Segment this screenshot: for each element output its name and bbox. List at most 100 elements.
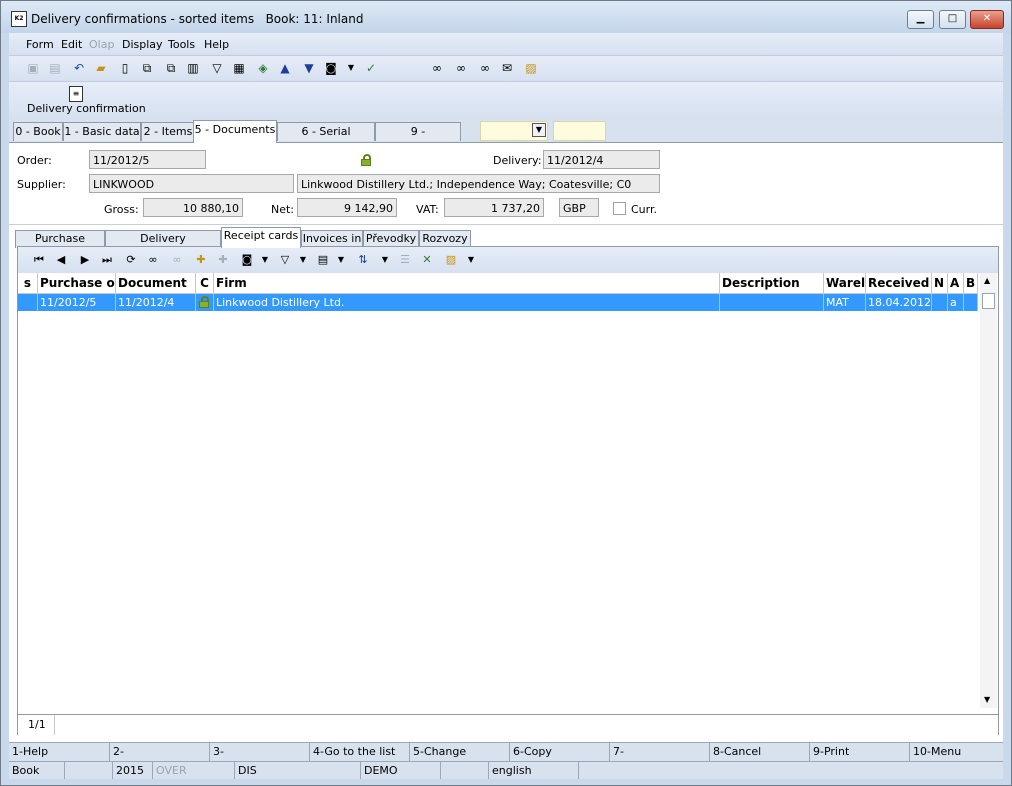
scroll-down-icon[interactable]: ▼	[984, 695, 990, 704]
copy-document-icon[interactable]: ⧉	[139, 60, 155, 76]
cell-purchase-order[interactable]: 11/2012/5	[38, 294, 116, 311]
column-header-a[interactable]: A	[948, 273, 964, 293]
binoculars-next-icon[interactable]: ∞	[477, 60, 493, 76]
order-field[interactable]: 11/2012/5	[89, 150, 206, 169]
camera-icon[interactable]: ◙	[323, 60, 339, 76]
table-row[interactable]: 11/2012/5 11/2012/4 Linkwood Distillery …	[18, 294, 978, 311]
last-record-icon[interactable]: ⏭	[100, 252, 114, 268]
menu-tools[interactable]: Tools	[168, 38, 195, 51]
delivery-field[interactable]: 11/2012/4	[543, 150, 660, 169]
vertical-scrollbar[interactable]: ▲ ▼	[980, 273, 997, 708]
tab-book[interactable]: 0 - Book	[13, 122, 63, 141]
chevron-down-icon[interactable]: ▼	[296, 252, 310, 268]
minimize-button[interactable]: ▁	[907, 10, 934, 29]
column-header-warehouse[interactable]: Warel	[824, 273, 866, 293]
menu-help[interactable]: Help	[204, 38, 229, 51]
column-header-s[interactable]: s	[18, 273, 38, 293]
chevron-down-icon[interactable]: ▼	[532, 123, 546, 137]
money-icon[interactable]: ◈	[255, 60, 271, 76]
cell-n[interactable]	[932, 294, 948, 311]
column-header-purchase-order[interactable]: Purchase or	[38, 273, 116, 293]
fkey-4[interactable]: 4-Go to the list	[309, 743, 409, 761]
chevron-down-icon[interactable]: ▼	[334, 252, 348, 268]
book-icon[interactable]: ▥	[185, 60, 201, 76]
sort-az-icon[interactable]: ⇅	[356, 252, 370, 268]
fkey-10[interactable]: 10-Menu	[909, 743, 1003, 761]
net-field[interactable]: 9 142,90	[297, 198, 397, 217]
open-folder-icon[interactable]: ▰	[93, 60, 109, 76]
cell-description[interactable]	[720, 294, 824, 311]
arrow-down-icon[interactable]: ▼	[301, 60, 317, 76]
currency-checkbox[interactable]	[613, 202, 626, 215]
excel-export-icon[interactable]: ✕	[420, 252, 434, 268]
chevron-down-icon[interactable]: ▼	[464, 252, 478, 268]
cell-a[interactable]: a	[948, 294, 964, 311]
fkey-7[interactable]: 7-	[609, 743, 709, 761]
mail-icon[interactable]: ✉	[499, 60, 515, 76]
chevron-down-icon[interactable]: ▼	[378, 252, 392, 268]
cell-b[interactable]	[964, 294, 978, 311]
arrow-up-icon[interactable]: ▲	[277, 60, 293, 76]
column-header-n[interactable]: N	[932, 273, 948, 293]
next-record-icon[interactable]: ▶	[78, 252, 92, 268]
column-header-description[interactable]: Description	[720, 273, 824, 293]
tab-documents[interactable]: 5 - Documents	[193, 120, 277, 143]
binoculars-icon[interactable]: ∞	[429, 60, 445, 76]
fkey-5[interactable]: 5-Change	[409, 743, 509, 761]
delivery-confirmation-action[interactable]: Delivery confirmation	[27, 102, 146, 115]
fkey-6[interactable]: 6-Copy	[509, 743, 609, 761]
notes-icon[interactable]: ▨	[444, 252, 458, 268]
maximize-button[interactable]: □	[939, 10, 966, 29]
supplier-name-field[interactable]: Linkwood Distillery Ltd.; Independence W…	[297, 174, 660, 193]
menu-edit[interactable]: Edit	[61, 38, 82, 51]
document-icon[interactable]: ≡	[69, 86, 83, 102]
fkey-8[interactable]: 8-Cancel	[709, 743, 809, 761]
first-record-icon[interactable]: ⏮	[32, 252, 46, 268]
cell-c[interactable]	[196, 294, 214, 311]
quick-value-field[interactable]	[553, 121, 606, 141]
column-header-b[interactable]: B	[964, 273, 978, 293]
scroll-thumb[interactable]	[982, 293, 995, 309]
tab-items[interactable]: 2 - Items	[141, 122, 195, 141]
undo-icon[interactable]: ↶	[71, 60, 87, 76]
gross-field[interactable]: 10 880,10	[143, 198, 243, 217]
new-document-icon[interactable]: ▯	[117, 60, 133, 76]
fkey-3[interactable]: 3-Refresh/Restore	[209, 743, 309, 776]
column-header-c[interactable]: C	[196, 273, 214, 293]
report-icon[interactable]: ▦	[231, 60, 247, 76]
filter-icon[interactable]: ▽	[209, 60, 225, 76]
tab-basic-data[interactable]: 1 - Basic data	[63, 122, 141, 141]
column-header-received[interactable]: Received	[866, 273, 932, 293]
binoculars-prev-icon[interactable]: ∞	[453, 60, 469, 76]
column-header-document[interactable]: Document	[116, 273, 196, 293]
cell-firm[interactable]: Linkwood Distillery Ltd.	[214, 294, 720, 311]
column-header-firm[interactable]: Firm	[214, 273, 720, 293]
chevron-down-icon[interactable]: ▼	[343, 60, 359, 76]
fkey-9[interactable]: 9-Print	[809, 743, 909, 761]
columns-icon[interactable]: ▤	[316, 252, 330, 268]
previous-record-icon[interactable]: ◀	[54, 252, 68, 268]
filter-icon[interactable]: ▽	[278, 252, 292, 268]
cell-warehouse[interactable]: MAT	[824, 294, 866, 311]
subtab-receipt-cards[interactable]: Receipt cards	[221, 227, 301, 248]
paste-document-icon[interactable]: ⧉	[163, 60, 179, 76]
add-filter-icon[interactable]: ✚	[194, 252, 208, 268]
close-button[interactable]: ✕	[970, 10, 1004, 29]
scroll-up-icon[interactable]: ▲	[984, 276, 990, 285]
row-select-cell[interactable]	[18, 294, 38, 311]
currency-field[interactable]: GBP	[559, 198, 599, 217]
camera-icon[interactable]: ◙	[240, 252, 254, 268]
fkey-1[interactable]: 1-Help	[9, 743, 109, 761]
menu-display[interactable]: Display	[122, 38, 163, 51]
cell-document[interactable]: 11/2012/4	[116, 294, 196, 311]
refresh-icon[interactable]: ⟳	[124, 252, 138, 268]
binoculars-icon[interactable]: ∞	[146, 252, 160, 268]
chevron-down-icon[interactable]: ▼	[258, 252, 272, 268]
menu-form[interactable]: Form	[26, 38, 54, 51]
cell-received[interactable]: 18.04.2012	[866, 294, 932, 311]
fkey-2[interactable]: 2-	[109, 743, 209, 761]
tab-attachments[interactable]: 9 - Attachments	[375, 122, 461, 155]
notes-icon[interactable]: ▨	[523, 60, 539, 76]
check-arrow-icon[interactable]: ✓	[363, 60, 379, 76]
supplier-code-field[interactable]: LINKWOOD	[89, 174, 294, 193]
